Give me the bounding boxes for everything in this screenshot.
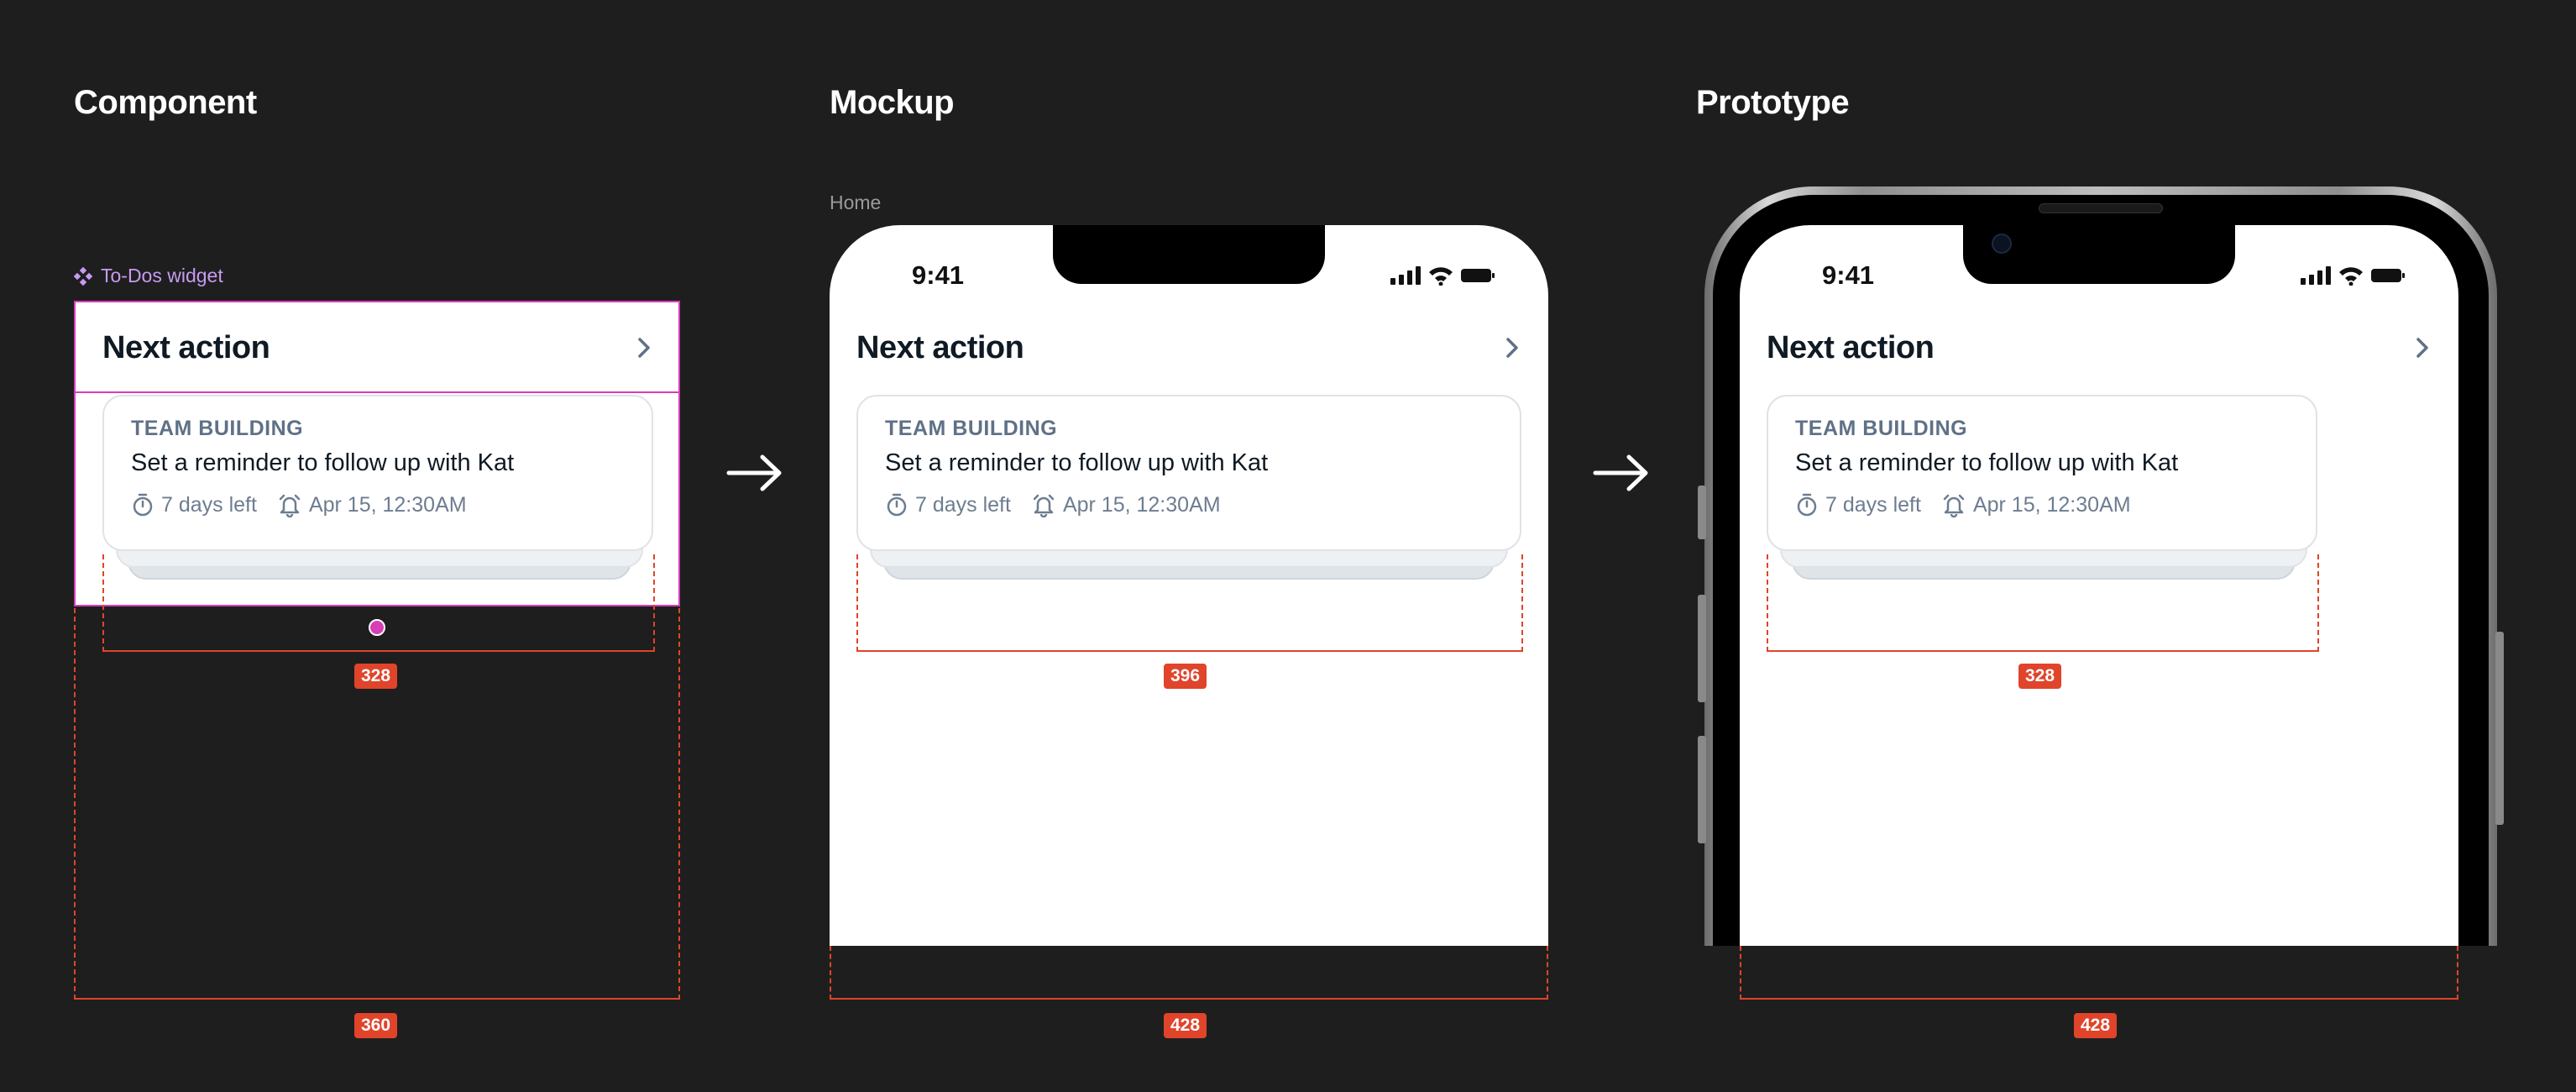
reminder-text: Apr 15, 12:30AM bbox=[308, 492, 467, 517]
dimension-guide-left bbox=[74, 608, 76, 1000]
time-left-text: 7 days left bbox=[915, 492, 1011, 517]
device-button bbox=[1698, 736, 1706, 843]
card-task-title: Set a reminder to follow up with Kat bbox=[131, 449, 515, 476]
resize-handle[interactable] bbox=[369, 619, 385, 636]
card-meta: 7 days left Apr 15, 12:30AM bbox=[131, 492, 625, 517]
dimension-badge-frame: 360 bbox=[354, 1013, 398, 1038]
dimension-line-frame bbox=[830, 998, 1548, 1000]
mockup-frame-label: Home bbox=[830, 192, 882, 213]
component-layer-name: To-Dos widget bbox=[101, 265, 223, 286]
timer-icon bbox=[133, 493, 153, 517]
dimension-line-card bbox=[102, 650, 653, 652]
card-category: TEAM BUILDING bbox=[131, 417, 304, 440]
dimension-badge-card: 328 bbox=[2018, 664, 2062, 689]
front-camera bbox=[1992, 234, 2012, 254]
dimension-guide-right bbox=[2317, 554, 2319, 652]
dimension-line-frame bbox=[1740, 998, 2458, 1000]
wifi-icon bbox=[1429, 267, 1453, 286]
dimension-guide-right bbox=[1547, 946, 1548, 1000]
battery-icon bbox=[1461, 269, 1495, 282]
prototype-section-title: Prototype bbox=[1696, 84, 1850, 121]
card-meta: 7 days left Apr 15, 12:30AM bbox=[1795, 492, 2289, 517]
widget-title: Next action bbox=[856, 329, 1024, 365]
dimension-badge-card: 328 bbox=[354, 664, 398, 689]
widget-title: Next action bbox=[102, 329, 270, 365]
alarm-icon bbox=[1943, 494, 1965, 517]
status-time: 9:41 bbox=[912, 260, 965, 290]
card-meta: 7 days left Apr 15, 12:30AM bbox=[885, 492, 1493, 517]
time-left-text: 7 days left bbox=[1825, 492, 1921, 517]
status-icons bbox=[1390, 265, 1495, 286]
mockup-widget-header[interactable]: Next action bbox=[856, 323, 1525, 373]
todo-card[interactable]: TEAM BUILDING Set a reminder to follow u… bbox=[1767, 395, 2317, 551]
component-layer-label[interactable]: To-Dos widget bbox=[74, 265, 223, 287]
chevron-right-icon[interactable] bbox=[631, 335, 657, 360]
card-category: TEAM BUILDING bbox=[1795, 417, 1968, 440]
dimension-badge-card: 396 bbox=[1164, 664, 1207, 689]
device-button bbox=[1698, 486, 1706, 539]
dimension-line-frame bbox=[74, 998, 680, 1000]
dimension-guide-right bbox=[653, 554, 655, 652]
arrow-right-icon bbox=[1592, 452, 1651, 498]
device-button bbox=[1698, 595, 1706, 702]
status-time: 9:41 bbox=[1822, 260, 1875, 290]
time-left: 7 days left bbox=[1795, 492, 1921, 517]
todo-card[interactable]: TEAM BUILDING Set a reminder to follow u… bbox=[102, 395, 653, 551]
battery-icon bbox=[2371, 269, 2405, 282]
timer-icon bbox=[1797, 493, 1817, 517]
mockup-status-bar: 9:41 bbox=[912, 260, 1495, 291]
prototype-status-bar: 9:41 bbox=[1822, 260, 2405, 291]
time-left-text: 7 days left bbox=[161, 492, 257, 517]
dimension-badge-frame: 428 bbox=[2074, 1013, 2118, 1038]
device-button bbox=[2495, 632, 2504, 825]
dimension-guide-left bbox=[856, 554, 858, 652]
dimension-guide-right bbox=[678, 608, 680, 1000]
reminder: Apr 15, 12:30AM bbox=[277, 492, 467, 517]
reminder-text: Apr 15, 12:30AM bbox=[1972, 492, 2131, 517]
chevron-right-icon[interactable] bbox=[2410, 335, 2435, 360]
reminder-text: Apr 15, 12:30AM bbox=[1062, 492, 1221, 517]
widget-title: Next action bbox=[1767, 329, 1935, 365]
signal-icon bbox=[2301, 266, 2331, 285]
todo-card[interactable]: TEAM BUILDING Set a reminder to follow u… bbox=[856, 395, 1521, 551]
dimension-line-card bbox=[1767, 650, 2317, 652]
dimension-guide-left bbox=[1740, 946, 1741, 1000]
card-task-title: Set a reminder to follow up with Kat bbox=[1795, 449, 2179, 476]
dimension-guide-left bbox=[830, 946, 831, 1000]
reminder: Apr 15, 12:30AM bbox=[1031, 492, 1221, 517]
wifi-icon bbox=[2339, 267, 2363, 286]
component-icon bbox=[74, 266, 92, 286]
alarm-icon bbox=[1033, 494, 1055, 517]
dimension-badge-frame: 428 bbox=[1164, 1013, 1207, 1038]
chevron-right-icon[interactable] bbox=[1500, 335, 1525, 360]
card-category: TEAM BUILDING bbox=[885, 417, 1058, 440]
component-section-title: Component bbox=[74, 84, 257, 121]
alarm-icon bbox=[279, 494, 301, 517]
component-selection-divider bbox=[74, 391, 680, 393]
dimension-guide-left bbox=[102, 554, 104, 652]
speaker-grille bbox=[2039, 203, 2163, 213]
mockup-section-title: Mockup bbox=[830, 84, 955, 121]
card-task-title: Set a reminder to follow up with Kat bbox=[885, 449, 1269, 476]
dimension-guide-right bbox=[2457, 946, 2458, 1000]
arrow-right-icon bbox=[725, 452, 784, 498]
reminder: Apr 15, 12:30AM bbox=[1941, 492, 2131, 517]
dimension-guide-right bbox=[1521, 554, 1523, 652]
time-left: 7 days left bbox=[885, 492, 1011, 517]
dimension-line-card bbox=[856, 650, 1521, 652]
component-widget-header[interactable]: Next action bbox=[102, 323, 657, 373]
time-left: 7 days left bbox=[131, 492, 257, 517]
prototype-widget-header[interactable]: Next action bbox=[1767, 323, 2435, 373]
signal-icon bbox=[1390, 266, 1421, 285]
status-icons bbox=[2301, 265, 2405, 286]
timer-icon bbox=[887, 493, 907, 517]
dimension-guide-left bbox=[1767, 554, 1768, 652]
